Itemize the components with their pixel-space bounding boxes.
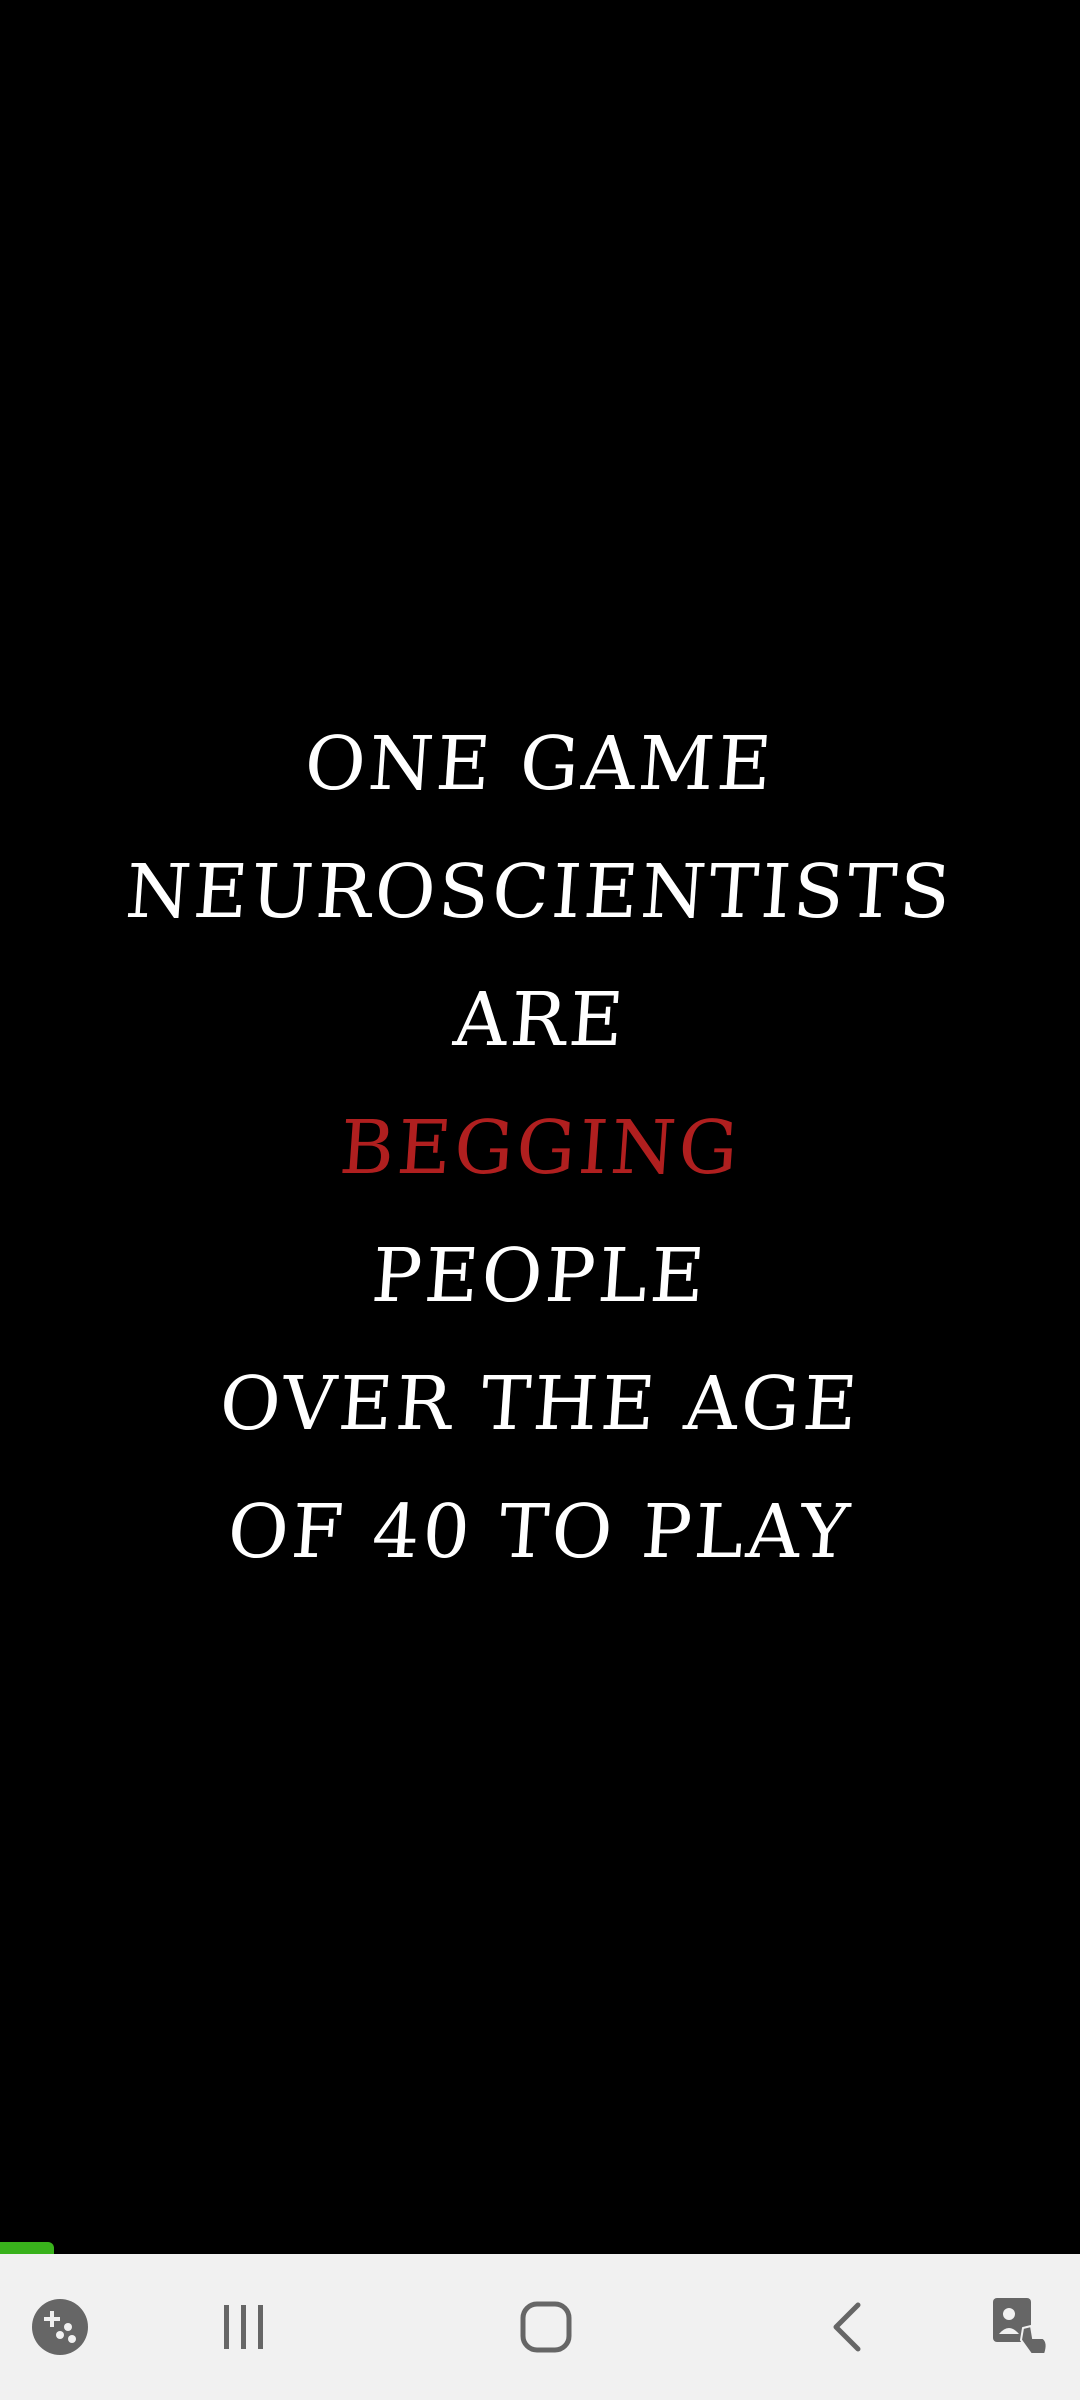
- back-icon: [833, 2302, 861, 2352]
- home-button[interactable]: [486, 2254, 606, 2400]
- game-launcher-button[interactable]: [0, 2254, 120, 2400]
- headline-line-1: ONE GAME: [302, 721, 778, 807]
- headline-line-7: OF 40 TO PLAY: [224, 1489, 856, 1575]
- recent-apps-button[interactable]: [183, 2254, 303, 2400]
- headline-line-6: OVER THE AGE: [216, 1361, 864, 1447]
- system-navigation-bar: [0, 2254, 1080, 2400]
- headline-highlight-word: BEGGING: [336, 1105, 744, 1191]
- video-progress-bar[interactable]: [0, 2242, 1080, 2254]
- recent-apps-icon: [224, 2305, 263, 2349]
- video-ad[interactable]: ONE GAME NEUROSCIENTISTS ARE BEGGING PEO…: [0, 0, 1080, 2254]
- video-progress-fill: [0, 2242, 54, 2254]
- accessibility-icon: [993, 2298, 1048, 2355]
- ad-headline: ONE GAME NEUROSCIENTISTS ARE BEGGING PEO…: [0, 700, 1080, 1596]
- headline-line-2: NEUROSCIENTISTS: [123, 849, 957, 935]
- home-icon: [520, 2301, 572, 2353]
- back-button[interactable]: [790, 2254, 910, 2400]
- headline-line-5: PEOPLE: [369, 1233, 711, 1319]
- accessibility-button[interactable]: [960, 2254, 1080, 2400]
- game-launcher-icon: [32, 2299, 88, 2355]
- headline-line-3: ARE: [450, 977, 630, 1063]
